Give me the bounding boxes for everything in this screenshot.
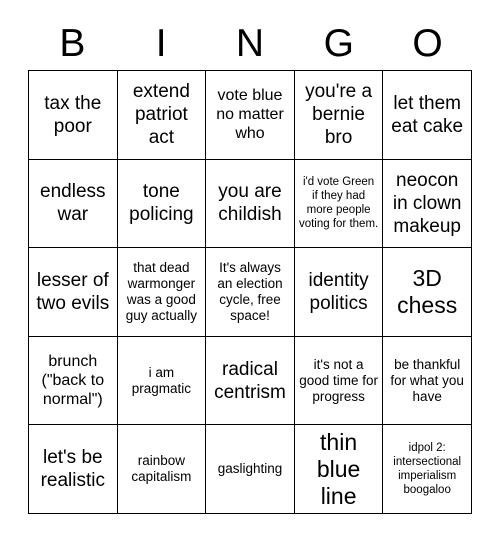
bingo-cell-label: endless war <box>40 181 106 226</box>
bingo-cell-r2c2[interactable]: tone policing <box>117 159 207 249</box>
bingo-header-letter-b: B <box>59 22 86 65</box>
bingo-cell-label: you're a bernie bro <box>305 81 373 149</box>
bingo-cell-label: idpol 2: intersectional imperialism boog… <box>393 442 462 497</box>
bingo-cell-label: radical centrism <box>214 358 286 403</box>
bingo-cell-r1c2[interactable]: extend patriot act <box>117 71 207 160</box>
bingo-cell-r3c2[interactable]: that dead warmonger was a good guy actua… <box>117 248 207 337</box>
bingo-cell-label: identity politics <box>308 269 369 314</box>
bingo-cell-r1c4[interactable]: you're a bernie bro <box>294 71 384 160</box>
bingo-cell-label: let them eat cake <box>391 92 464 137</box>
bingo-cell-label: be thankful for what you have <box>390 356 464 404</box>
bingo-cell-r1c1[interactable]: tax the poor <box>29 71 118 160</box>
bingo-cell-label: gaslighting <box>217 461 283 477</box>
bingo-cell-label: it's not a good time for progress <box>299 356 378 404</box>
bingo-grid: tax the poor extend patriot act vote blue … <box>28 70 472 514</box>
bingo-cell-r2c4[interactable]: i'd vote Green if they had more people v… <box>294 159 384 249</box>
bingo-cell-label: that dead warmonger was a good guy actua… <box>125 259 198 323</box>
bingo-cell-label: i'd vote Green if they had more people v… <box>298 176 379 231</box>
bingo-cell-r3c4[interactable]: identity politics <box>294 248 384 337</box>
bingo-cell-label: thin blue line <box>316 428 361 509</box>
bingo-cell-r3c3[interactable]: It's always an election cycle, free spac… <box>206 248 295 337</box>
bingo-header: BINGO <box>28 18 472 70</box>
bingo-cell-r5c2[interactable]: rainbow capitalism <box>117 425 207 514</box>
bingo-cell-r2c1[interactable]: endless war <box>29 159 118 249</box>
bingo-cell-r3c1[interactable]: lesser of two evils <box>29 248 118 337</box>
bingo-cell-r4c2[interactable]: i am pragmatic <box>117 336 207 426</box>
bingo-cell-r2c5[interactable]: neocon in clown makeup <box>383 159 472 249</box>
bingo-cell-r1c5[interactable]: let them eat cake <box>383 71 472 160</box>
bingo-cell-r1c3[interactable]: vote blue no matter who <box>206 71 295 160</box>
bingo-header-letter-o: O <box>412 22 443 65</box>
bingo-cell-label: neocon in clown makeup <box>392 169 462 237</box>
bingo-cell-label: tax the poor <box>44 92 102 137</box>
bingo-cell-r2c3[interactable]: you are childish <box>206 159 295 249</box>
bingo-cell-label: 3D chess <box>397 264 458 318</box>
bingo-cell-label: It's always an election cycle, free spac… <box>217 259 283 323</box>
bingo-cell-r3c5[interactable]: 3D chess <box>383 248 472 337</box>
bingo-cell-r4c5[interactable]: be thankful for what you have <box>383 336 472 426</box>
bingo-cell-label: extend patriot act <box>132 81 190 149</box>
bingo-cell-label: rainbow capitalism <box>131 453 192 485</box>
bingo-cell-r5c1[interactable]: let's be realistic <box>29 425 118 514</box>
bingo-cell-label: tone policing <box>129 181 194 226</box>
bingo-cell-label: brunch ("back to normal") <box>41 353 105 409</box>
bingo-cell-label: you are childish <box>218 181 282 226</box>
bingo-card: B I N G O tax the poor extend patriot act vote… <box>0 0 500 544</box>
bingo-header-letter-n: N <box>235 22 265 65</box>
bingo-cell-label: i am pragmatic <box>131 364 192 396</box>
bingo-header-letter-i: I <box>155 22 167 65</box>
bingo-cell-label: vote blue no matter who <box>216 87 284 143</box>
bingo-cell-r4c4[interactable]: it's not a good time for progress <box>294 336 384 426</box>
bingo-cell-label: lesser of two evils <box>36 269 110 314</box>
bingo-cell-r5c4[interactable]: thin blue line <box>294 425 384 514</box>
bingo-header-letter-g: G <box>323 22 354 65</box>
bingo-cell-r5c3[interactable]: gaslighting <box>206 425 295 514</box>
bingo-cell-r4c3[interactable]: radical centrism <box>206 336 295 426</box>
bingo-cell-label: let's be realistic <box>40 447 105 492</box>
bingo-cell-r4c1[interactable]: brunch ("back to normal") <box>29 336 118 426</box>
bingo-cell-r5c5[interactable]: idpol 2: intersectional imperialism boog… <box>383 425 472 514</box>
